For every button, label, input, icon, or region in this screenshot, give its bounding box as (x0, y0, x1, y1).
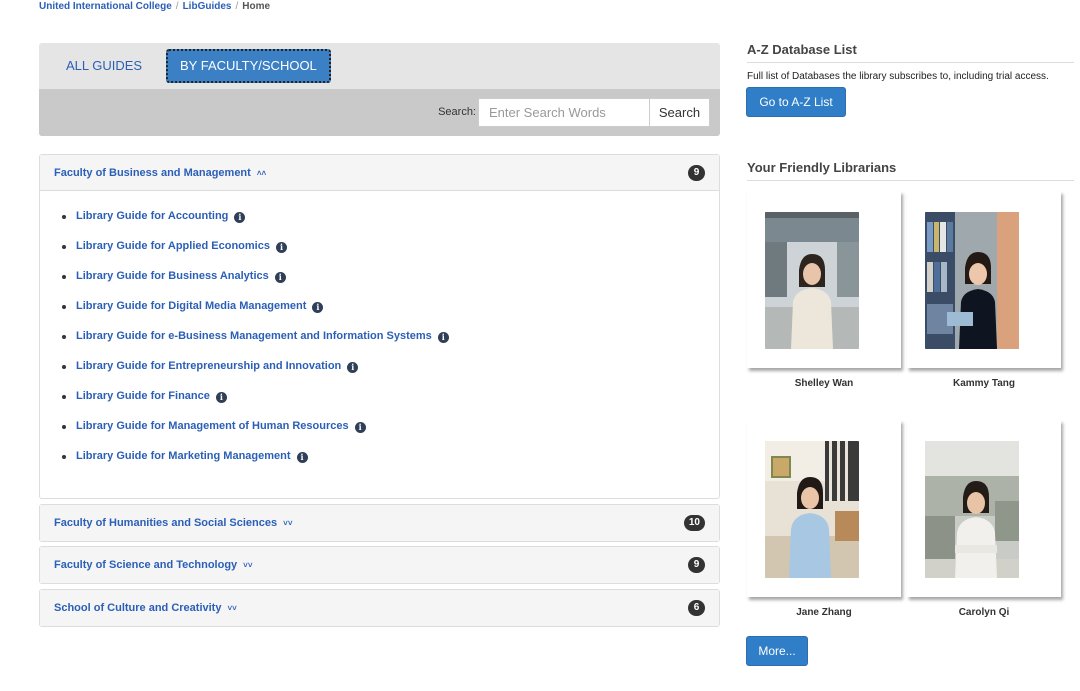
list-item: Library Guide for e-Business Management … (62, 330, 719, 360)
faculty-title[interactable]: School of Culture and Creativity ˅˅ (54, 602, 237, 614)
list-item: Library Guide for Business Analytics i (62, 270, 719, 300)
breadcrumb-link-libguides[interactable]: LibGuides (183, 1, 232, 12)
guide-link[interactable]: Library Guide for Finance (76, 390, 210, 402)
chevron-double-down-icon: ˅˅ (243, 561, 253, 570)
guide-link[interactable]: Library Guide for Applied Economics (76, 240, 270, 252)
chevron-double-down-icon: ˅˅ (227, 604, 237, 613)
breadcrumb: United International College / LibGuides / H… (39, 1, 270, 12)
guides-tab-row: ALL GUIDES BY FACULTY/SCHOOL (39, 43, 720, 89)
breadcrumb-link-college[interactable]: United International College (39, 1, 172, 12)
info-icon[interactable]: i (215, 392, 227, 403)
guides-browser: ALL GUIDES BY FACULTY/SCHOOL Search: Sea… (39, 43, 720, 136)
faculty-panel-header[interactable]: Faculty of Science and Technology ˅˅ 9 (40, 547, 719, 583)
list-item: Library Guide for Entrepreneurship and I… (62, 360, 719, 390)
librarian-photo (765, 441, 859, 578)
guide-link[interactable]: Library Guide for e-Business Management … (76, 330, 432, 342)
guide-count-badge: 9 (688, 165, 705, 181)
librarian-photo (765, 212, 859, 349)
tab-by-faculty[interactable]: BY FACULTY/SCHOOL (166, 49, 331, 83)
guide-link[interactable]: Library Guide for Business Analytics (76, 270, 269, 282)
search-input[interactable] (478, 98, 650, 127)
librarian-photo (925, 212, 1019, 349)
librarians-title: Your Friendly Librarians (747, 160, 897, 175)
librarian-card-shelley-wan[interactable] (747, 191, 901, 368)
librarian-card-jane-zhang[interactable] (747, 420, 901, 597)
info-icon[interactable]: i (296, 452, 308, 463)
breadcrumb-current: Home (242, 1, 271, 12)
librarian-name[interactable]: Shelley Wan (747, 378, 901, 389)
librarian-card-kammy-tang[interactable] (907, 191, 1061, 368)
faculty-title[interactable]: Faculty of Humanities and Social Science… (54, 517, 292, 529)
guide-link[interactable]: Library Guide for Accounting (76, 210, 228, 222)
divider (747, 62, 1074, 63)
go-to-az-list-button[interactable]: Go to A-Z List (746, 87, 846, 117)
tab-all-guides[interactable]: ALL GUIDES (54, 49, 154, 83)
guide-count-badge: 10 (683, 515, 705, 531)
az-database-description: Full list of Databases the library subsc… (747, 71, 1049, 82)
faculty-panel-header[interactable]: Faculty of Humanities and Social Science… (40, 505, 719, 541)
guide-link[interactable]: Library Guide for Entrepreneurship and I… (76, 360, 341, 372)
guide-count-badge: 6 (688, 600, 705, 616)
guide-link[interactable]: Library Guide for Marketing Management (76, 450, 291, 462)
faculty-panel-humanities: Faculty of Humanities and Social Science… (39, 504, 720, 542)
faculty-title[interactable]: Faculty of Business and Management ˄˄ (54, 167, 266, 179)
info-icon[interactable]: i (274, 272, 286, 283)
info-icon[interactable]: i (354, 422, 366, 433)
chevron-double-up-icon: ˄˄ (256, 169, 267, 178)
search-bar: Search: Search (39, 89, 720, 136)
librarian-name[interactable]: Kammy Tang (907, 378, 1061, 389)
search-label: Search: (438, 106, 476, 118)
guide-count-badge: 9 (688, 557, 705, 573)
search-button[interactable]: Search (649, 98, 710, 127)
az-database-title: A-Z Database List (747, 42, 857, 57)
librarian-name[interactable]: Jane Zhang (747, 607, 901, 618)
more-librarians-button[interactable]: More... (746, 636, 808, 666)
list-item: Library Guide for Digital Media Manageme… (62, 300, 719, 330)
breadcrumb-separator: / (175, 1, 179, 12)
faculty-panel-header[interactable]: School of Culture and Creativity ˅˅ 6 (40, 590, 719, 626)
info-icon[interactable]: i (437, 332, 449, 343)
librarian-photo (925, 441, 1019, 578)
list-item: Library Guide for Management of Human Re… (62, 420, 719, 450)
faculty-title[interactable]: Faculty of Science and Technology ˅˅ (54, 559, 253, 571)
guide-list: Library Guide for Accounting i Library Gu… (40, 191, 719, 480)
list-item: Library Guide for Applied Economics i (62, 240, 719, 270)
guide-link[interactable]: Library Guide for Management of Human Re… (76, 420, 349, 432)
divider (747, 180, 1074, 181)
chevron-double-down-icon: ˅˅ (283, 519, 293, 528)
faculty-panel-culture: School of Culture and Creativity ˅˅ 6 (39, 589, 720, 627)
list-item: Library Guide for Accounting i (62, 210, 719, 240)
faculty-panel-header[interactable]: Faculty of Business and Management ˄˄ 9 (40, 155, 719, 191)
faculty-panel-business: Faculty of Business and Management ˄˄ 9 L… (39, 154, 720, 499)
list-item: Library Guide for Marketing Management i (62, 450, 719, 480)
info-icon[interactable]: i (312, 302, 324, 313)
info-icon[interactable]: i (275, 242, 287, 253)
faculty-panel-science: Faculty of Science and Technology ˅˅ 9 (39, 546, 720, 584)
guide-link[interactable]: Library Guide for Digital Media Manageme… (76, 300, 306, 312)
breadcrumb-separator: / (235, 1, 239, 12)
librarian-name[interactable]: Carolyn Qi (907, 607, 1061, 618)
info-icon[interactable]: i (347, 362, 359, 373)
info-icon[interactable]: i (234, 212, 246, 223)
list-item: Library Guide for Finance i (62, 390, 719, 420)
librarian-card-carolyn-qi[interactable] (907, 420, 1061, 597)
